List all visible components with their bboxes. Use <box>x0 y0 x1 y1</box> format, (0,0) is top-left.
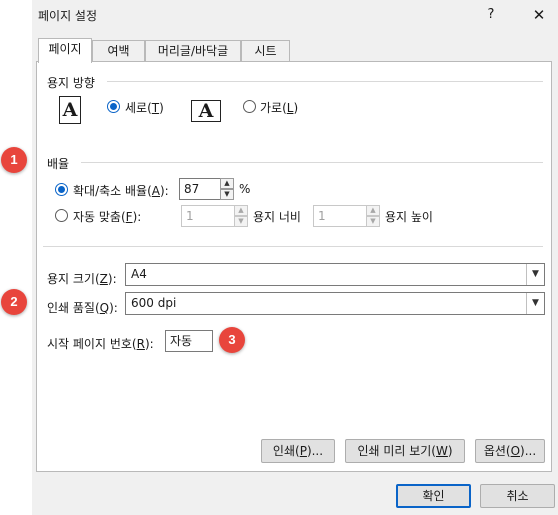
first-page-number-label: 시작 페이지 번호(R): <box>47 337 154 351</box>
spin-up-icon[interactable]: ▲ <box>220 178 234 189</box>
scaling-group-label: 배율 <box>47 157 70 171</box>
spin-up-icon[interactable]: ▲ <box>234 205 248 216</box>
landscape-page-icon: A <box>191 100 221 122</box>
spin-down-icon[interactable]: ▼ <box>234 216 248 227</box>
tab-header-footer[interactable]: 머리글/바닥글 <box>145 40 241 62</box>
first-page-number-input[interactable]: 자동 <box>165 330 213 352</box>
landscape-radio[interactable] <box>243 100 256 113</box>
print-quality-select[interactable]: 600 dpi ▼ <box>125 292 545 315</box>
portrait-radio[interactable] <box>107 100 120 113</box>
tab-sheet[interactable]: 시트 <box>241 40 290 62</box>
paper-size-label: 용지 크기(Z): <box>47 272 117 286</box>
ok-button[interactable]: 확인 <box>396 484 471 508</box>
landscape-label[interactable]: 가로(L) <box>260 99 298 116</box>
spin-down-icon[interactable]: ▼ <box>366 216 380 227</box>
tab-page[interactable]: 페이지 <box>38 38 92 63</box>
annotation-badge-3: 3 <box>219 327 245 353</box>
tab-panel-page: 용지 방향 A 세로(T) A 가로(L) 배율 확대/축소 배율(A): 87… <box>36 61 552 472</box>
adjust-scale-radio[interactable] <box>55 183 68 196</box>
scale-percent-spinner[interactable]: ▲ ▼ <box>220 178 234 200</box>
fit-pages-tall-label: 용지 높이 <box>385 210 433 224</box>
cancel-button[interactable]: 취소 <box>480 484 555 508</box>
portrait-label[interactable]: 세로(T) <box>125 99 164 116</box>
print-button[interactable]: 인쇄(P)... <box>261 439 335 463</box>
orientation-divider <box>107 81 543 82</box>
chevron-down-icon[interactable]: ▼ <box>526 293 544 314</box>
spin-up-icon[interactable]: ▲ <box>366 205 380 216</box>
title-bar: 페이지 설정 ? ✕ <box>32 0 558 32</box>
tab-margins[interactable]: 여백 <box>92 40 145 62</box>
page-setup-dialog: 페이지 설정 ? ✕ 페이지 여백 머리글/바닥글 시트 용지 방향 A 세로(… <box>32 0 558 515</box>
fit-pages-wide-spinner[interactable]: ▲ ▼ <box>234 205 248 227</box>
print-preview-button[interactable]: 인쇄 미리 보기(W) <box>345 439 465 463</box>
fit-to-radio[interactable] <box>55 209 68 222</box>
scaling-divider <box>81 162 543 163</box>
portrait-page-icon: A <box>59 96 81 124</box>
dialog-title: 페이지 설정 <box>38 9 98 23</box>
section-divider <box>43 246 543 247</box>
fit-pages-wide-label: 용지 너비 <box>253 210 301 224</box>
spin-down-icon[interactable]: ▼ <box>220 189 234 200</box>
percent-label: % <box>239 182 251 196</box>
annotation-badge-1: 1 <box>1 147 27 173</box>
annotation-badge-2: 2 <box>1 289 27 315</box>
options-button[interactable]: 옵션(O)... <box>475 439 545 463</box>
chevron-down-icon[interactable]: ▼ <box>526 264 544 285</box>
fit-to-label[interactable]: 자동 맞춤(F): <box>73 208 141 225</box>
paper-size-select[interactable]: A4 ▼ <box>125 263 545 286</box>
print-quality-label: 인쇄 품질(Q): <box>47 301 118 315</box>
help-button[interactable]: ? <box>478 4 504 28</box>
fit-pages-tall-spinner[interactable]: ▲ ▼ <box>366 205 380 227</box>
close-button[interactable]: ✕ <box>526 4 552 28</box>
adjust-scale-label[interactable]: 확대/축소 배율(A): <box>73 182 169 199</box>
orientation-group-label: 용지 방향 <box>47 76 95 90</box>
